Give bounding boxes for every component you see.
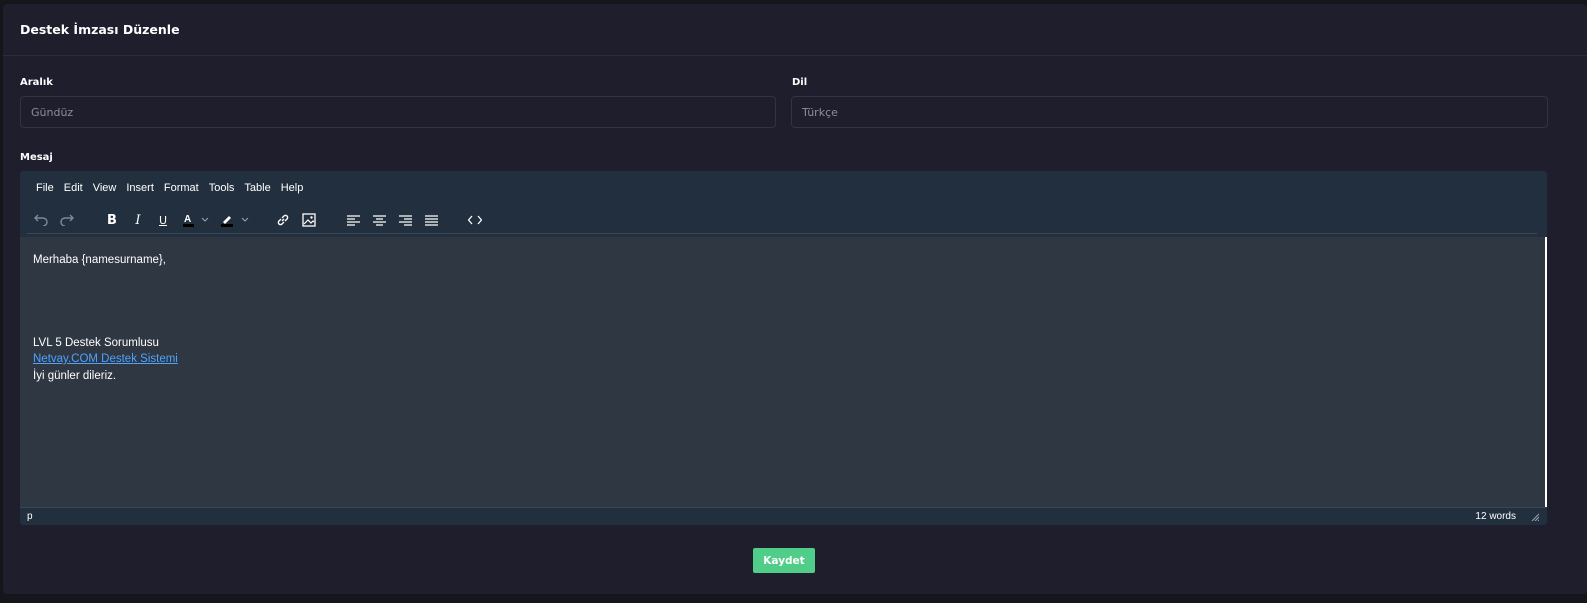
menu-help[interactable]: Help	[281, 182, 304, 194]
menu-table[interactable]: Table	[244, 182, 270, 194]
align-left-icon[interactable]	[345, 209, 361, 231]
undo-icon[interactable]	[32, 209, 50, 231]
page-title: Destek İmzası Düzenle	[20, 22, 180, 37]
redo-icon[interactable]	[58, 209, 76, 231]
align-right-icon[interactable]	[397, 209, 413, 231]
aralik-label: Aralık	[20, 77, 53, 88]
align-justify-icon[interactable]	[423, 209, 439, 231]
menu-view[interactable]: View	[93, 182, 117, 194]
greeting-line: Merhaba {namesurname},	[33, 254, 166, 266]
resize-grip-icon[interactable]	[1531, 513, 1539, 521]
menu-format[interactable]: Format	[164, 182, 199, 194]
signature-link[interactable]: Netvay.COM Destek Sistemi	[33, 353, 178, 365]
element-path[interactable]: p	[27, 511, 33, 522]
editor-toolbar: B I U A	[20, 205, 1547, 235]
editor-menubar: File Edit View Insert Format Tools Table…	[20, 171, 1547, 205]
image-icon[interactable]	[300, 209, 318, 231]
link-icon[interactable]	[274, 209, 292, 231]
toolbar-divider	[27, 233, 1537, 234]
save-button[interactable]: Kaydet	[753, 548, 815, 573]
editor-statusbar: p 12 words	[20, 507, 1547, 525]
align-center-icon[interactable]	[371, 209, 387, 231]
source-code-icon[interactable]	[466, 209, 484, 231]
text-color-icon[interactable]: A	[181, 209, 213, 231]
svg-text:A: A	[184, 214, 191, 225]
italic-icon[interactable]: I	[130, 209, 146, 231]
menu-insert[interactable]: Insert	[126, 182, 154, 194]
word-count[interactable]: 12 words	[1475, 511, 1516, 522]
highlight-color-icon[interactable]	[219, 209, 251, 231]
menu-tools[interactable]: Tools	[209, 182, 235, 194]
bold-icon[interactable]: B	[104, 209, 120, 231]
blank-lines	[33, 269, 1545, 335]
signature-edit-card: Destek İmzası Düzenle Aralık Gündüz Dil …	[3, 4, 1587, 594]
dil-select[interactable]: Türkçe	[791, 96, 1548, 128]
menu-edit[interactable]: Edit	[64, 182, 83, 194]
menu-file[interactable]: File	[36, 182, 54, 194]
rich-text-editor: File Edit View Insert Format Tools Table…	[20, 171, 1547, 525]
signature-title: LVL 5 Destek Sorumlusu	[33, 336, 159, 349]
dil-label: Dil	[792, 77, 808, 88]
closing-line: İyi günler dileriz.	[33, 369, 117, 382]
card-header: Destek İmzası Düzenle	[3, 4, 1587, 56]
editor-content[interactable]: Merhaba {namesurname}, LVL 5 Destek Soru…	[20, 237, 1547, 507]
aralik-select[interactable]: Gündüz	[20, 96, 776, 128]
underline-icon[interactable]: U	[155, 209, 171, 231]
mesaj-label: Mesaj	[20, 152, 53, 163]
